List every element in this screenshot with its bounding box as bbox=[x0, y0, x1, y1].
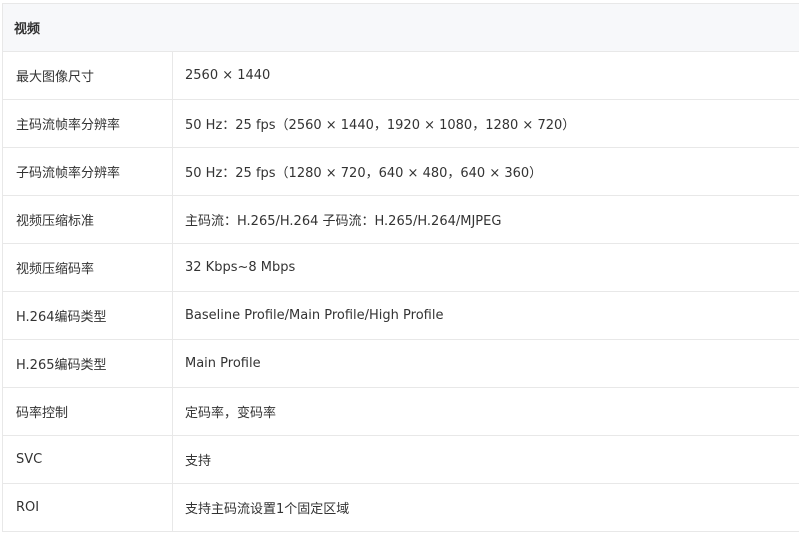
row-value: 支持主码流设置1个固定区域 bbox=[185, 502, 350, 517]
table-row: H.264编码类型 Baseline Profile/Main Profile/… bbox=[3, 292, 799, 340]
row-label: 子码流帧率分辨率 bbox=[3, 148, 173, 195]
row-label: H.264编码类型 bbox=[3, 292, 173, 339]
table-row: 视频压缩标准 主码流：H.265/H.264 子码流：H.265/H.264/M… bbox=[3, 196, 799, 244]
table-row: 码率控制 定码率，变码率 bbox=[3, 388, 799, 436]
section-header: 视频 bbox=[3, 4, 799, 52]
row-label: 码率控制 bbox=[3, 388, 173, 435]
row-value: 50 Hz：25 fps（2560 × 1440，1920 × 1080，128… bbox=[185, 118, 576, 133]
table-row: 视频压缩码率 32 Kbps~8 Mbps bbox=[3, 244, 799, 292]
spec-table: 视频 最大图像尺寸 2560 × 1440 主码流帧率分辨率 50 Hz：25 … bbox=[2, 3, 799, 532]
row-value: 50 Hz：25 fps（1280 × 720，640 × 480，640 × … bbox=[185, 166, 543, 181]
row-label: 视频压缩码率 bbox=[3, 244, 173, 291]
row-label: H.265编码类型 bbox=[3, 340, 173, 387]
row-label: 主码流帧率分辨率 bbox=[3, 100, 173, 147]
row-value: 支持 bbox=[185, 454, 212, 469]
row-label: 最大图像尺寸 bbox=[3, 52, 173, 99]
table-row: 最大图像尺寸 2560 × 1440 bbox=[3, 52, 799, 100]
row-value: 2560 × 1440 bbox=[185, 68, 271, 83]
row-value: 32 Kbps~8 Mbps bbox=[185, 260, 296, 275]
row-value: Baseline Profile/Main Profile/High Profi… bbox=[185, 308, 444, 323]
table-row: 子码流帧率分辨率 50 Hz：25 fps（1280 × 720，640 × 4… bbox=[3, 148, 799, 196]
row-label: ROI bbox=[3, 484, 173, 531]
table-row: H.265编码类型 Main Profile bbox=[3, 340, 799, 388]
table-row: ROI 支持主码流设置1个固定区域 bbox=[3, 484, 799, 532]
row-value: 主码流：H.265/H.264 子码流：H.265/H.264/MJPEG bbox=[185, 214, 502, 229]
row-label: 视频压缩标准 bbox=[3, 196, 173, 243]
table-row: SVC 支持 bbox=[3, 436, 799, 484]
table-row: 主码流帧率分辨率 50 Hz：25 fps（2560 × 1440，1920 ×… bbox=[3, 100, 799, 148]
row-label: SVC bbox=[3, 436, 173, 483]
row-value: Main Profile bbox=[185, 356, 261, 371]
row-value: 定码率，变码率 bbox=[185, 406, 277, 421]
